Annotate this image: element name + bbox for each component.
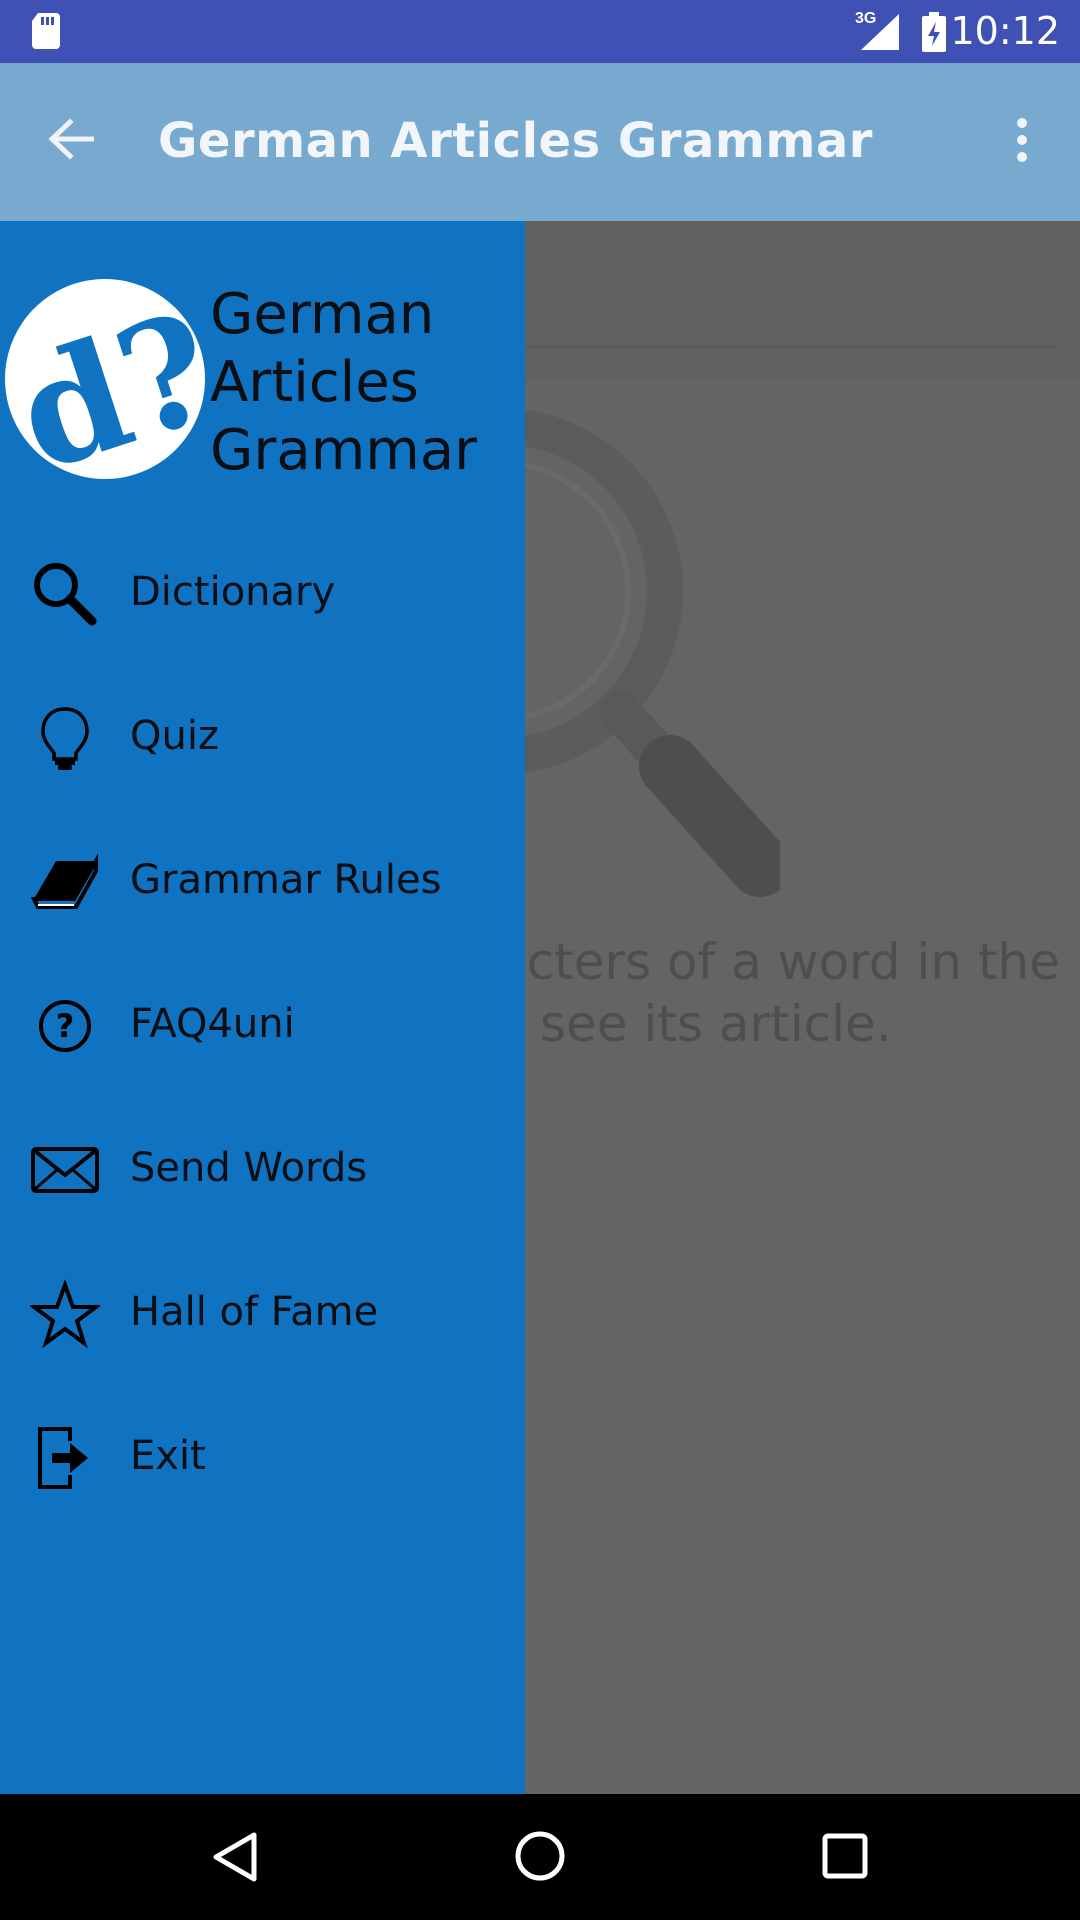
help-circle-icon: ? (39, 1000, 91, 1052)
star-icon (30, 1279, 100, 1349)
drawer-item-label: Send Words (130, 1145, 368, 1191)
exit-icon (38, 1427, 88, 1489)
search-icon (34, 563, 97, 626)
status-bar: 3G 10:12 (0, 0, 1080, 63)
drawer-item-quiz[interactable]: Quiz (0, 665, 525, 809)
drawer-item-label: Hall of Fame (130, 1289, 379, 1335)
search-underline (525, 346, 1058, 348)
drawer-title-line-1: German (210, 282, 435, 347)
drawer-header-title: German Articles Grammar (210, 281, 477, 485)
more-vert-icon[interactable] (1010, 117, 1034, 163)
drawer-item-label: Grammar Rules (130, 857, 442, 903)
page-title: German Articles Grammar (158, 113, 873, 169)
drawer-title-line-2: Articles (210, 350, 419, 415)
nav-back-icon[interactable] (210, 1831, 260, 1883)
nav-recents-icon[interactable] (820, 1831, 870, 1881)
nav-home-icon[interactable] (513, 1829, 567, 1883)
drawer-item-label: FAQ4uni (130, 1001, 295, 1047)
drawer-item-send-words[interactable]: Send Words (0, 1097, 525, 1241)
app-bar: German Articles Grammar (0, 63, 1080, 221)
drawer-item-label: Quiz (130, 713, 219, 759)
hint-text-line-2: see its article. (540, 995, 892, 1053)
book-icon (30, 853, 98, 909)
clock: 10:12 (950, 9, 1060, 53)
svg-text:?: ? (56, 1007, 75, 1045)
mail-icon (31, 1147, 99, 1193)
drawer-item-label: Dictionary (130, 569, 336, 615)
arrow-back-icon[interactable] (48, 118, 94, 160)
lightbulb-icon (41, 707, 89, 770)
drawer-item-grammar-rules[interactable]: Grammar Rules (0, 809, 525, 953)
drawer-item-exit[interactable]: Exit (0, 1385, 525, 1529)
sd-card-icon (32, 13, 60, 49)
signal-icon (861, 14, 899, 50)
drawer-item-hall-of-fame[interactable]: Hall of Fame (0, 1241, 525, 1385)
drawer-item-dictionary[interactable]: Dictionary (0, 521, 525, 665)
drawer-item-label: Exit (130, 1433, 206, 1479)
navigation-drawer: d? German Articles Grammar Dictionary Qu… (0, 221, 525, 1794)
drawer-title-line-3: Grammar (210, 418, 478, 483)
drawer-item-faq4uni[interactable]: ? FAQ4uni (0, 953, 525, 1097)
battery-charging-icon (922, 12, 946, 52)
system-nav-bar (0, 1794, 1080, 1920)
app-logo-icon: d? (5, 279, 205, 479)
